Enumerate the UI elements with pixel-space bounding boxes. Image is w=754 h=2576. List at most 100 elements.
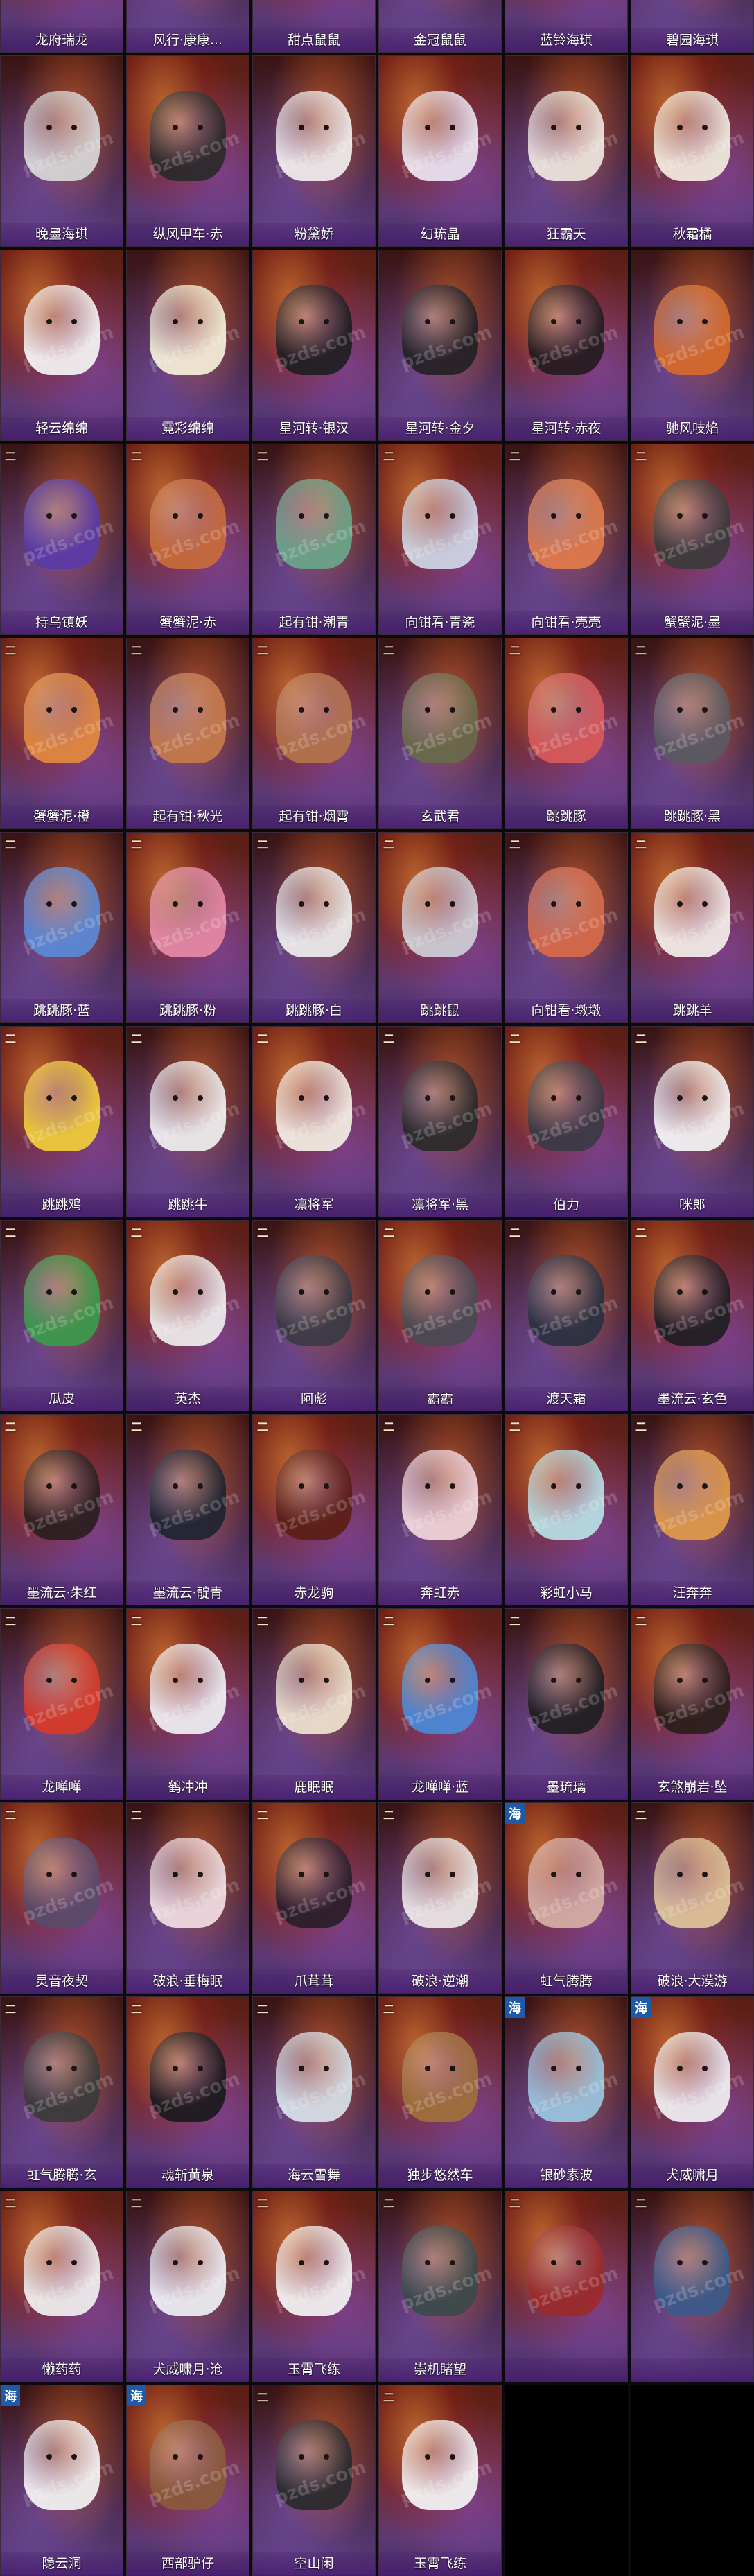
pet-card[interactable]: 二pzds.com <box>505 2191 628 2382</box>
pet-card[interactable]: 二pzds.com墨琉璃 <box>505 1608 628 1800</box>
tier-badge: 二 <box>257 838 269 851</box>
pet-card[interactable]: 海pzds.com犬威啸月 <box>631 1996 754 2188</box>
pet-eye <box>677 319 683 325</box>
pet-card[interactable]: 二pzds.com玉霄飞练 <box>252 2191 376 2382</box>
pet-card[interactable]: pzds.com驰风吱焰 <box>631 250 754 441</box>
pet-eye <box>425 1483 430 1490</box>
pet-card[interactable]: 二pzds.com向钳看·墩墩 <box>505 832 628 1023</box>
pet-card[interactable]: 海pzds.com西部驴仔 <box>126 2385 249 2576</box>
pet-image <box>276 1450 352 1540</box>
pet-eye <box>198 125 203 131</box>
pet-card[interactable]: 二pzds.com玉霄飞练 <box>378 2385 502 2576</box>
pet-card[interactable]: 二pzds.com魂斩黄泉 <box>126 1996 249 2188</box>
pet-card[interactable]: 二pzds.com跳跳牛 <box>126 1026 249 1217</box>
pet-card[interactable]: pzds.com龙府瑞龙 <box>0 0 123 53</box>
pet-card[interactable]: 二pzds.com咪郎 <box>631 1026 754 1217</box>
pet-card[interactable]: 二pzds.com虹气腾腾·玄 <box>0 1996 123 2188</box>
pet-card[interactable]: 二pzds.com灵音夜契 <box>0 1802 123 1994</box>
pet-card[interactable]: 二pzds.com墨流云·玄色 <box>631 1220 754 1411</box>
pet-eye <box>324 1289 329 1296</box>
pet-card[interactable]: pzds.com星河转·金夕 <box>378 250 502 441</box>
pet-card[interactable]: 二pzds.com起有钳·秋光 <box>126 638 249 829</box>
pet-name: 龙啴啴 <box>1 1775 123 1799</box>
pet-card[interactable]: 二pzds.com龙啴啴 <box>0 1608 123 1800</box>
pet-card[interactable]: 二pzds.com破浪·大漠游 <box>631 1802 754 1994</box>
pet-card[interactable]: 二pzds.com凛将军 <box>252 1026 376 1217</box>
pet-eye <box>46 2066 52 2072</box>
pet-card[interactable]: 二pzds.com墨流云·靛青 <box>126 1414 249 1605</box>
pet-card[interactable]: 二pzds.com玄煞崩岩·坠 <box>631 1608 754 1800</box>
pet-card[interactable]: 二pzds.com崇机睹望 <box>378 2191 502 2382</box>
pet-card[interactable]: 二pzds.com跳跳豚 <box>505 638 628 829</box>
pet-card[interactable]: pzds.com霓彩绵绵 <box>126 250 249 441</box>
pet-image <box>654 1644 730 1734</box>
pet-card[interactable]: pzds.com蓝铃海琪 <box>505 0 628 53</box>
pet-card[interactable]: 二pzds.com犬威啸月·沧 <box>126 2191 249 2382</box>
pet-card[interactable]: 二pzds.com鹿眠眠 <box>252 1608 376 1800</box>
pet-name: 灵音夜契 <box>1 1969 123 1993</box>
pet-card[interactable]: pzds.com幻琉晶 <box>378 55 502 247</box>
pet-card[interactable]: 二pzds.com海云雪舞 <box>252 1996 376 2188</box>
pet-card[interactable]: 二pzds.com凛将军·黑 <box>378 1026 502 1217</box>
pet-card[interactable]: 二pzds.com伯力 <box>505 1026 628 1217</box>
pet-card[interactable]: pzds.com秋霜橘 <box>631 55 754 247</box>
pet-card[interactable]: 二pzds.com持乌镇妖 <box>0 444 123 635</box>
pet-card[interactable]: 二pzds.com独步悠然车 <box>378 1996 502 2188</box>
pet-card[interactable]: 二pzds.com起有钳·烟霄 <box>252 638 376 829</box>
pet-card[interactable]: 二pzds.com龙啴啴·蓝 <box>378 1608 502 1800</box>
pet-card[interactable]: pzds.com星河转·银汉 <box>252 250 376 441</box>
pet-card[interactable]: 二pzds.com彩虹小马 <box>505 1414 628 1605</box>
pet-card[interactable]: pzds.com纵风甲车·赤 <box>126 55 249 247</box>
pet-card[interactable]: pzds.com金冠鼠鼠 <box>378 0 502 53</box>
pet-card[interactable]: 二pzds.com跳跳羊 <box>631 832 754 1023</box>
pet-card[interactable]: 二pzds.com阿彪 <box>252 1220 376 1411</box>
pet-image <box>528 2226 604 2317</box>
pet-eye <box>551 1678 556 1684</box>
pet-card[interactable]: 二pzds.com蟹蟹泥·橙 <box>0 638 123 829</box>
pet-card[interactable]: 二pzds.com跳跳豚·蓝 <box>0 832 123 1023</box>
pet-card[interactable]: pzds.com晚墨海琪 <box>0 55 123 247</box>
pet-card[interactable]: 二pzds.com蟹蟹泥·墨 <box>631 444 754 635</box>
pet-card[interactable]: 二pzds.com破浪·垂梅眠 <box>126 1802 249 1994</box>
pet-card[interactable]: 海pzds.com隐云洞 <box>0 2385 123 2576</box>
pet-card[interactable]: 二pzds.com渡天霜 <box>505 1220 628 1411</box>
pet-card[interactable]: 二pzds.com跳跳豚·白 <box>252 832 376 1023</box>
pet-card[interactable]: 二pzds.com <box>631 2191 754 2382</box>
pet-card[interactable]: 二pzds.com跳跳豚·黑 <box>631 638 754 829</box>
pet-card[interactable]: 二pzds.com奔虹赤 <box>378 1414 502 1605</box>
pet-card[interactable]: 二pzds.com空山闲 <box>252 2385 376 2576</box>
pet-card[interactable]: 二pzds.com蟹蟹泥·赤 <box>126 444 249 635</box>
pet-card[interactable]: 二pzds.com英杰 <box>126 1220 249 1411</box>
pet-card[interactable]: 二pzds.com起有钳·潮青 <box>252 444 376 635</box>
pet-eye <box>46 125 52 131</box>
pet-card[interactable]: 海pzds.com虹气腾腾 <box>505 1802 628 1994</box>
pet-card[interactable]: 二pzds.com玄武君 <box>378 638 502 829</box>
pet-card[interactable]: 二pzds.com鹤冲冲 <box>126 1608 249 1800</box>
tier-badge: 二 <box>635 450 647 463</box>
pet-eye <box>576 707 581 713</box>
pet-card[interactable]: 二pzds.com破浪·逆潮 <box>378 1802 502 1994</box>
pet-card[interactable]: pzds.com粉黛娇 <box>252 55 376 247</box>
pet-card[interactable]: pzds.com星河转·赤夜 <box>505 250 628 441</box>
pet-card[interactable]: pzds.com轻云绵绵 <box>0 250 123 441</box>
pet-card[interactable]: 二pzds.com懒药药 <box>0 2191 123 2382</box>
pet-card[interactable]: 二pzds.com跳跳豚·粉 <box>126 832 249 1023</box>
pet-card[interactable]: 二pzds.com赤龙驹 <box>252 1414 376 1605</box>
pet-eye <box>198 1678 203 1684</box>
pet-card[interactable]: 二pzds.com霸霸 <box>378 1220 502 1411</box>
pet-card[interactable]: pzds.com甜点鼠鼠 <box>252 0 376 53</box>
pet-card[interactable]: pzds.com风行·康康... <box>126 0 249 53</box>
pet-card[interactable]: 海pzds.com银砂素波 <box>505 1996 628 2188</box>
pet-card[interactable]: 二pzds.com瓜皮 <box>0 1220 123 1411</box>
pet-card[interactable]: 二pzds.com汪奔奔 <box>631 1414 754 1605</box>
pet-card[interactable]: pzds.com狂霸天 <box>505 55 628 247</box>
pet-card[interactable]: 二pzds.com墨流云·朱红 <box>0 1414 123 1605</box>
pet-eye <box>324 1678 329 1684</box>
pet-card[interactable]: 二pzds.com跳跳鼠 <box>378 832 502 1023</box>
pet-image <box>150 1255 226 1346</box>
pet-card[interactable]: 二pzds.com向钳看·壳壳 <box>505 444 628 635</box>
pet-card[interactable]: pzds.com碧园海琪 <box>631 0 754 53</box>
pet-card[interactable]: 二pzds.com跳跳鸡 <box>0 1026 123 1217</box>
pet-card[interactable]: 二pzds.com爪茸茸 <box>252 1802 376 1994</box>
pet-card[interactable]: 二pzds.com向钳看·青瓷 <box>378 444 502 635</box>
